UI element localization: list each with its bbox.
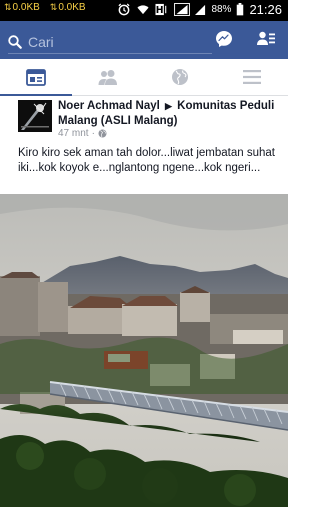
menu-icon <box>243 70 261 84</box>
clock: 21:26 <box>249 2 282 17</box>
post-meta: 47 mnt · <box>58 128 107 139</box>
main-tab-bar <box>0 59 288 96</box>
messenger-icon[interactable] <box>215 30 233 48</box>
svg-text:H: H <box>156 5 164 16</box>
tab-menu[interactable] <box>216 59 288 95</box>
signal-2-icon <box>195 4 206 16</box>
tab-friends[interactable] <box>72 59 144 95</box>
tab-globe[interactable] <box>144 59 216 95</box>
network-speed-left: ⇅ 0.0KB <box>4 2 40 13</box>
search-icon <box>8 34 22 49</box>
search-input[interactable]: Cari <box>8 30 212 54</box>
network-speed-right: ⇅ 0.0KB <box>49 2 86 13</box>
city-bridge-photo <box>0 194 288 507</box>
friend-requests-icon[interactable] <box>257 30 275 48</box>
hspa-icon: H <box>155 3 167 16</box>
alarm-icon <box>118 3 131 16</box>
audience-globe-icon <box>98 129 107 138</box>
post-timestamp[interactable]: 47 mnt <box>58 128 89 139</box>
shared-to-arrow-icon: ▶ <box>165 101 172 111</box>
signal-icon <box>174 3 191 16</box>
status-bar: ⇅ 0.0KB ⇅ 0.0KB H 88% 21:26 <box>0 0 288 21</box>
battery-percent: 88% <box>211 4 232 15</box>
top-search-bar: Cari <box>0 21 288 59</box>
post-header: Noer Achmad Nayl ▶ Komunitas Peduli Mala… <box>0 96 288 144</box>
battery-icon <box>237 3 244 16</box>
avatar[interactable] <box>18 100 52 132</box>
friends-icon <box>98 70 117 85</box>
group-avatar-image <box>18 100 52 132</box>
data-transfer-icon: ⇅ <box>49 2 58 12</box>
post-author-line: Noer Achmad Nayl ▶ Komunitas Peduli Mala… <box>58 99 280 129</box>
wifi-icon <box>137 5 150 15</box>
tab-news-feed[interactable] <box>0 59 72 96</box>
meta-separator: · <box>91 128 95 139</box>
data-transfer-icon: ⇅ <box>4 2 12 12</box>
author-name[interactable]: Noer Achmad Nayl <box>58 100 160 112</box>
news-feed-icon <box>26 68 46 86</box>
post-body-text: Kiro kiro sek aman tah dolor...liwat jem… <box>18 147 275 174</box>
globe-icon <box>172 69 188 85</box>
post-photo[interactable] <box>0 194 288 507</box>
search-placeholder: Cari <box>28 33 54 50</box>
